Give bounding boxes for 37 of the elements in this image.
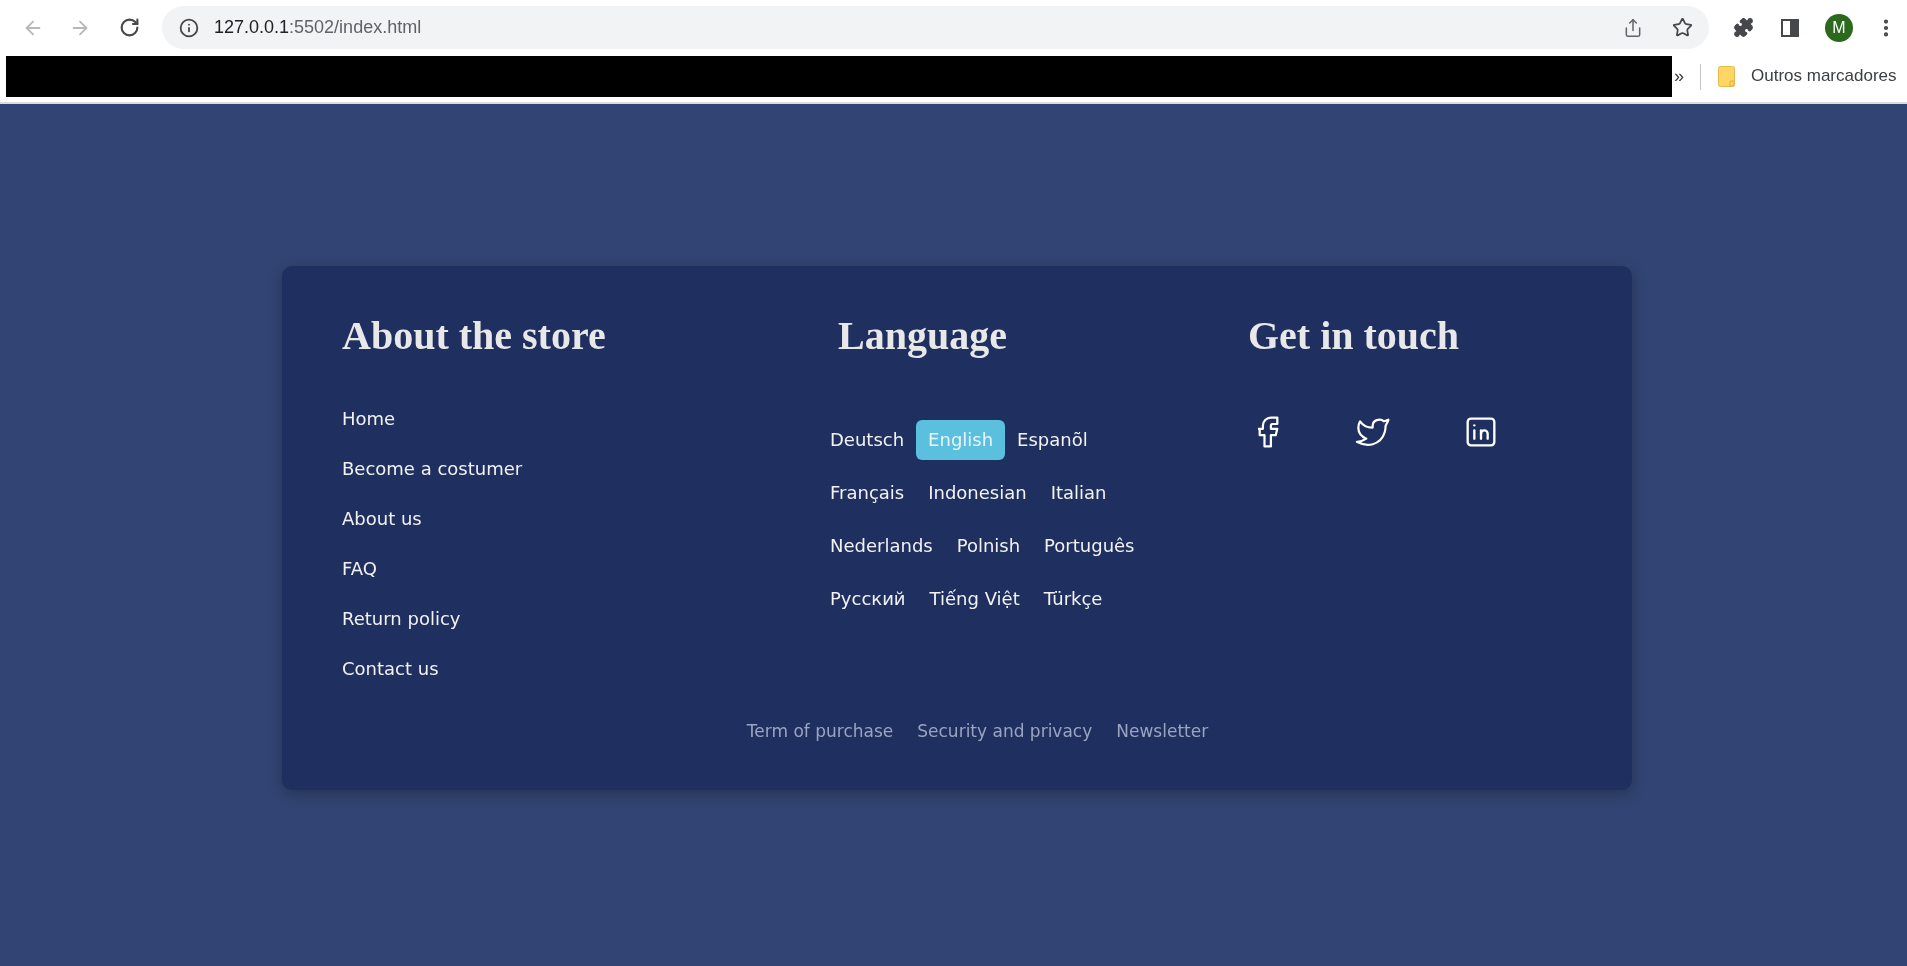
overflow-chevron[interactable]: » — [1674, 65, 1684, 87]
footer-link[interactable]: About us — [342, 505, 422, 532]
language-option[interactable]: Espanõl — [1005, 420, 1100, 460]
footer-link[interactable]: Home — [342, 405, 396, 432]
language-option[interactable]: Italian — [1038, 473, 1119, 513]
facebook-icon[interactable] — [1258, 416, 1279, 448]
language-option[interactable]: Русский — [818, 579, 918, 619]
language-option[interactable]: Indonesian — [916, 473, 1039, 513]
share-icon[interactable] — [1623, 17, 1643, 38]
language-option[interactable]: Türkçe — [1031, 579, 1115, 619]
linkedin-icon[interactable] — [1466, 417, 1496, 447]
url-text: 127.0.0.1:5502/index.html — [214, 16, 422, 39]
puzzle-icon[interactable] — [1732, 17, 1754, 38]
section-heading: Language — [838, 312, 1007, 360]
bookmark-folder-label[interactable]: Outros marcadores — [1751, 65, 1897, 87]
twitter-icon[interactable] — [1355, 417, 1390, 447]
language-option[interactable]: Tiếng Việt — [917, 579, 1032, 619]
footer-link[interactable]: Return policy — [342, 605, 461, 632]
footer-bottom-link[interactable]: Newsletter — [1116, 718, 1209, 744]
reload-icon[interactable] — [118, 17, 140, 38]
footer-link[interactable]: FAQ — [342, 555, 377, 582]
profile-avatar[interactable]: M — [1825, 13, 1853, 42]
info-icon[interactable] — [179, 17, 199, 38]
language-option[interactable]: Polnish — [944, 526, 1033, 566]
footer-bottom-link[interactable]: Term of purchase — [746, 718, 894, 744]
star-icon[interactable] — [1672, 17, 1693, 38]
language-option[interactable]: Français — [818, 473, 917, 513]
section-heading: About the store — [342, 312, 606, 360]
side-panel-icon[interactable] — [1781, 18, 1799, 37]
language-option[interactable]: Deutsch — [818, 420, 917, 460]
language-option[interactable]: Português — [1032, 526, 1147, 566]
footer-link[interactable]: Become a costumer — [342, 455, 523, 482]
address-bar[interactable]: 127.0.0.1:5502/index.html — [162, 6, 1709, 49]
section-heading: Get in touch — [1248, 312, 1460, 360]
footer-bottom-link[interactable]: Security and privacy — [917, 718, 1093, 744]
footer-link[interactable]: Contact us — [342, 655, 439, 682]
language-option[interactable]: Nederlands — [818, 526, 945, 566]
